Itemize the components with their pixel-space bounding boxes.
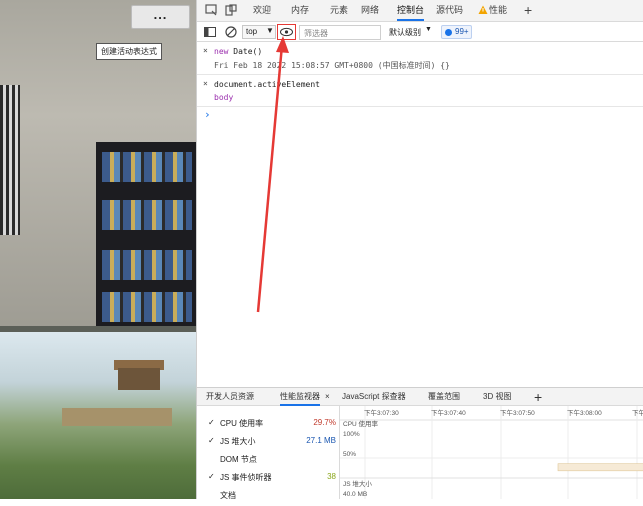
context-selector[interactable]: top ▼ — [242, 25, 276, 39]
metric-js-event-listeners[interactable]: ✓ JS 事件侦听器 38 — [197, 469, 340, 488]
time-label: 下午3:07:30 — [364, 408, 399, 417]
close-icon[interactable]: × — [203, 46, 208, 55]
metric-dom-nodes[interactable]: DOM 节点 — [197, 451, 340, 470]
issues-count: 99+ — [455, 27, 469, 36]
console-input: new Date() — [214, 47, 262, 56]
tab-memory[interactable]: 内存 — [291, 0, 309, 21]
console-toolbar: top ▼ 筛选器 默认级别 ▼ 99+ — [197, 22, 643, 42]
metric-value: 29.7% — [313, 418, 336, 427]
heap-tick-label: 40.0 MB — [343, 491, 367, 498]
console-entry: × document.activeElement body — [197, 75, 643, 107]
chevron-down-icon: ▼ — [266, 26, 274, 35]
web-page-viewport: ... — [0, 0, 196, 499]
add-tab-icon[interactable]: + — [534, 388, 542, 406]
prompt-chevron-icon: › — [204, 108, 211, 121]
sidebar-toggle-icon[interactable] — [204, 26, 216, 38]
drawer-tab-developer-resources[interactable]: 开发人员资源 — [206, 388, 254, 406]
tab-elements[interactable]: 元素 — [330, 0, 348, 21]
cpu-usage-area — [557, 463, 643, 472]
issues-counter-button[interactable]: 99+ — [441, 25, 472, 39]
checkmark-icon: ✓ — [208, 418, 215, 427]
tab-console[interactable]: 控制台 — [397, 0, 425, 21]
add-tab-icon[interactable]: + — [524, 0, 532, 21]
console-output-value: body — [214, 93, 234, 102]
metric-label: JS 事件侦听器 — [220, 473, 272, 482]
metric-js-heap-size[interactable]: ✓ JS 堆大小 27.1 MB — [197, 433, 340, 452]
tab-welcome[interactable]: 欢迎 — [253, 0, 271, 21]
console-prompt-line[interactable]: › — [197, 107, 643, 123]
close-icon[interactable]: × — [203, 79, 208, 88]
message-icon — [445, 29, 452, 36]
chevron-down-icon: ▼ — [425, 26, 432, 33]
tab-sources[interactable]: 源代码 — [436, 0, 463, 21]
close-icon[interactable]: × — [325, 388, 330, 406]
more-button[interactable]: ... — [131, 5, 190, 29]
drawer-tab-coverage[interactable]: 覆盖范围 — [428, 388, 460, 406]
cpu-tick-label: 100% — [343, 431, 360, 438]
keyword-new: new — [214, 47, 234, 56]
drawer-tab-3d-view[interactable]: 3D 视图 — [483, 388, 511, 406]
metric-value: 38 — [327, 472, 336, 481]
shelf-row — [102, 152, 192, 182]
cpu-chart-label: CPU 使用率 — [343, 419, 379, 428]
live-expression-tooltip: 创建活动表达式 — [96, 43, 162, 60]
console-input: document.activeElement — [214, 80, 320, 89]
bridge-image — [62, 408, 172, 426]
create-live-expression-button[interactable] — [277, 24, 296, 40]
metric-value: 27.1 MB — [306, 436, 336, 445]
console-entry: × new Date() Fri Feb 18 2022 15:08:57 GM… — [197, 42, 643, 75]
metric-label: CPU 使用率 — [220, 419, 264, 428]
tab-performance[interactable]: 性能 — [489, 0, 507, 21]
warning-icon — [478, 5, 488, 15]
console-output: × new Date() Fri Feb 18 2022 15:08:57 GM… — [197, 42, 643, 387]
filter-input[interactable]: 筛选器 — [304, 28, 328, 39]
checkmark-icon: ✓ — [208, 472, 215, 481]
device-emulation-icon[interactable] — [225, 4, 237, 16]
time-label: 下午3:07:50 — [500, 408, 535, 417]
performance-chart: 下午3:07:30 下午3:07:40 下午3:07:50 下午3:08:00 … — [340, 406, 643, 499]
time-label: 下午3:07:40 — [431, 408, 466, 417]
performance-chart-svg: 下午3:07:30 下午3:07:40 下午3:07:50 下午3:08:00 … — [340, 406, 643, 499]
clear-console-icon[interactable] — [225, 26, 237, 38]
time-label: 下午3:08:00 — [567, 408, 602, 417]
devtools-tabbar: 欢迎 内存 元素 网络 控制台 源代码 性能 + — [197, 0, 643, 22]
console-output-value: Fri Feb 18 2022 15:08:57 GMT+0800 (中国标准时… — [214, 61, 450, 70]
metric-documents[interactable]: 文档 — [197, 487, 340, 506]
devtools-panel: 欢迎 内存 元素 网络 控制台 源代码 性能 + top ▼ 筛选器 默认级别 … — [196, 0, 643, 500]
bookshelf-image — [96, 142, 196, 326]
hut-image — [118, 368, 160, 390]
shelf-row — [102, 250, 192, 280]
tab-network[interactable]: 网络 — [361, 0, 379, 21]
metric-cpu-usage[interactable]: ✓ CPU 使用率 29.7% — [197, 415, 340, 434]
context-label: top — [246, 27, 258, 36]
drawer-tab-performance-monitor[interactable]: 性能监视器 — [280, 388, 320, 406]
checkmark-icon: ✓ — [208, 436, 215, 445]
log-level-select[interactable]: 默认级别 — [389, 27, 421, 38]
inspect-element-icon[interactable] — [205, 4, 217, 16]
console-input-text: Date() — [233, 47, 263, 56]
shelf-row — [102, 200, 192, 230]
metric-label: JS 堆大小 — [220, 437, 256, 446]
shelf-row — [102, 292, 192, 322]
drawer-tab-js-profiler[interactable]: JavaScript 探查器 — [342, 388, 406, 406]
metric-label: DOM 节点 — [220, 455, 257, 464]
performance-metrics-list: ✓ CPU 使用率 29.7% ✓ JS 堆大小 27.1 MB DOM 节点 … — [197, 406, 340, 500]
drawer-tabbar: 开发人员资源 性能监视器 × JavaScript 探查器 覆盖范围 3D 视图… — [197, 387, 643, 406]
filter-input-box[interactable]: 筛选器 — [299, 25, 381, 40]
time-label: 下午3:08: — [632, 408, 643, 417]
cpu-tick-label: 50% — [343, 451, 356, 458]
metric-label: 文档 — [220, 491, 236, 500]
window-image — [0, 85, 20, 235]
heap-chart-label: JS 堆大小 — [343, 479, 372, 488]
